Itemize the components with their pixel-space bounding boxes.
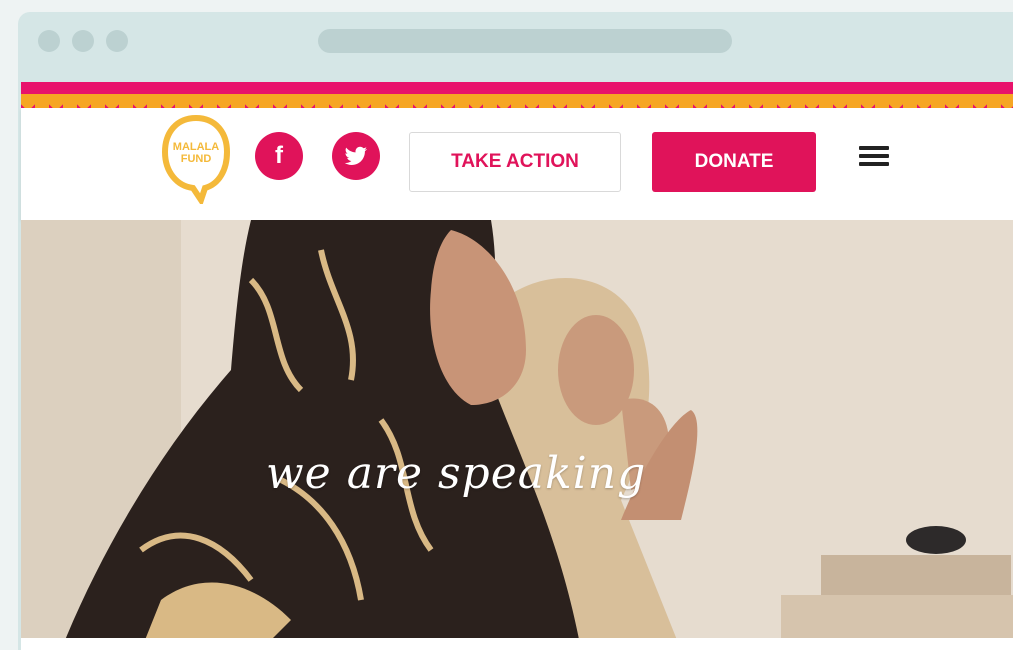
hero-video[interactable]: we are speaking	[21, 220, 1013, 650]
take-action-button[interactable]: TAKE ACTION	[409, 132, 621, 192]
window-close-dot[interactable]	[38, 30, 60, 52]
browser-titlebar	[18, 12, 1013, 82]
address-bar[interactable]	[318, 29, 732, 53]
malala-fund-logo[interactable]: MALALA FUND	[161, 114, 231, 204]
facebook-button[interactable]: f	[255, 132, 303, 180]
donate-button[interactable]: DONATE	[652, 132, 816, 192]
decorative-pattern-top	[21, 82, 1013, 94]
hamburger-menu-icon[interactable]	[859, 146, 889, 168]
window-minimize-dot[interactable]	[72, 30, 94, 52]
hero-caption: we are speaking	[266, 448, 647, 499]
facebook-icon: f	[275, 142, 283, 169]
torn-edge-divider	[21, 638, 1013, 650]
hero-image	[21, 220, 1013, 650]
browser-window: MALALA FUND f TAKE ACTION DONATE we are …	[18, 12, 1013, 650]
twitter-icon	[344, 146, 368, 165]
twitter-button[interactable]	[332, 132, 380, 180]
site-header: MALALA FUND f TAKE ACTION DONATE	[21, 108, 1013, 220]
window-maximize-dot[interactable]	[106, 30, 128, 52]
logo-text-line2: FUND	[181, 153, 212, 165]
logo-text-line1: MALALA	[173, 141, 219, 153]
